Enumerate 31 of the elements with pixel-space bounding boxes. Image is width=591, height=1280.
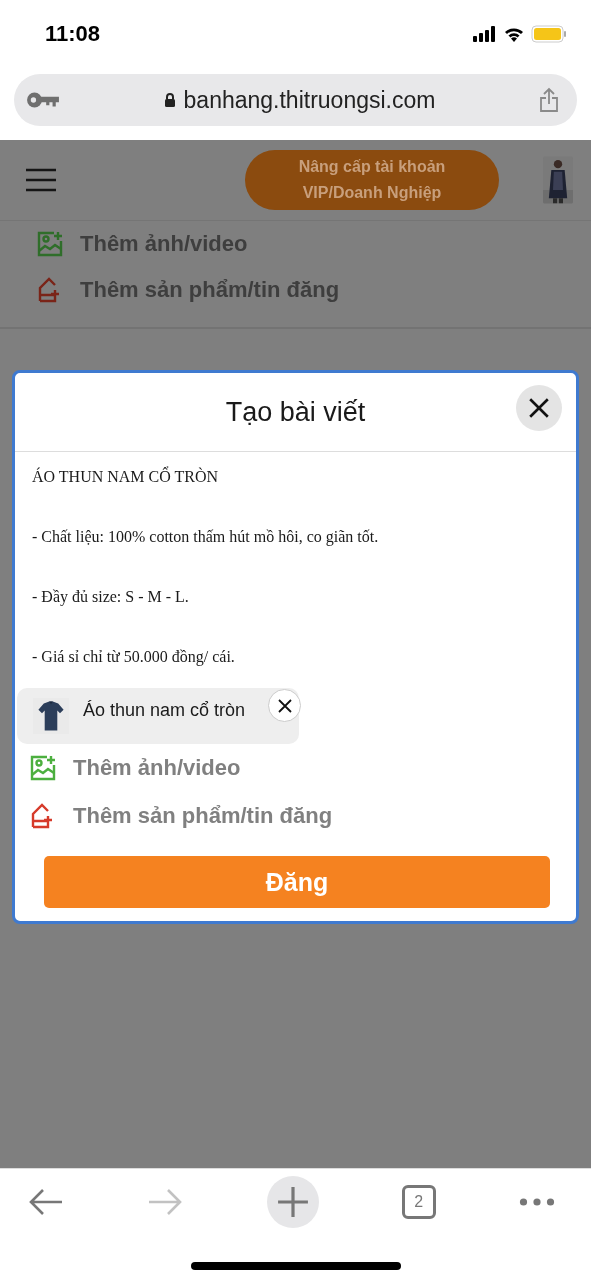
share-icon[interactable] [539,87,559,113]
lock-icon [163,92,176,108]
post-text: ÁO THUN NAM CỔ TRÒN [32,468,220,486]
upgrade-button[interactable]: Nâng cấp tài khoản VIP/Doanh Nghiệp [245,150,499,210]
plus-icon[interactable] [276,1186,309,1218]
product-name: Áo thun nam cổ tròn [83,700,246,721]
remove-button[interactable] [268,689,301,722]
image-add-icon [29,754,57,782]
post-text: - Giá sỉ chỉ từ 50.000 đồng/ cái. [32,648,236,666]
tabs-button[interactable]: 2 [401,1185,436,1219]
signal-icon [473,26,497,42]
action-label[interactable]: Thêm sản phẩm/tin đăng [73,803,333,829]
battery-icon [531,25,567,43]
action-label[interactable]: Thêm ảnh/video [80,231,248,257]
wifi-icon [503,26,525,42]
post-text: - Chất liệu: 100% cotton thấm hút mồ hôi, co giãn tốt. [32,528,380,546]
action-label[interactable]: Thêm sản phẩm/tin đăng [80,277,340,303]
back-icon[interactable] [28,1187,64,1217]
close-button[interactable] [516,385,562,431]
menu-icon[interactable] [26,168,56,192]
post-text: - Đầy đủ size: S - M - L. [32,588,190,606]
close-icon[interactable] [528,397,550,419]
url-text: banhang.thitruongsi.com [183,86,436,114]
clock-time: 11:08 [45,21,101,47]
post-button[interactable]: Đăng [44,856,550,908]
dialog-title: Tạo bài viết [225,396,366,428]
close-icon[interactable] [277,698,292,713]
address-bar[interactable]: banhang.thitruongsi.com [14,74,577,126]
action-label[interactable]: Thêm ảnh/video [73,755,241,781]
key-icon[interactable] [26,90,60,110]
image-add-icon [36,230,64,258]
